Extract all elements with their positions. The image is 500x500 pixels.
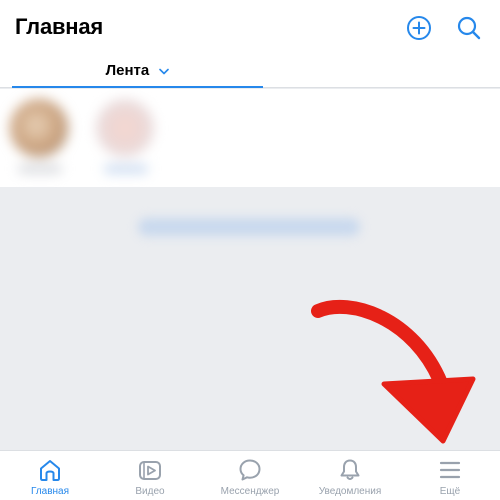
story-name (104, 165, 148, 173)
tabbar-item-messenger[interactable]: Мессенджер (200, 451, 300, 500)
tabbar-item-home[interactable]: Главная (0, 451, 100, 500)
tabbar-item-more[interactable]: Ещё (400, 451, 500, 500)
tabbar-item-video[interactable]: Видео (100, 451, 200, 500)
tabbar-label: Видео (135, 486, 165, 497)
tab-feed[interactable]: Лента (12, 60, 263, 88)
bell-icon (340, 459, 360, 480)
blurred-feed-content (138, 218, 360, 236)
chat-bubble-icon (239, 459, 261, 481)
search-icon (457, 16, 481, 40)
home-icon (40, 460, 60, 481)
app-header: Главная Лента (0, 0, 500, 88)
chevron-down-icon (159, 68, 170, 74)
story-item[interactable] (96, 99, 156, 179)
story-avatar (10, 99, 68, 157)
stories-row (0, 89, 500, 187)
tab-active-indicator (12, 86, 263, 88)
tabbar-label: Главная (30, 486, 70, 497)
tabbar-label: Уведомления (318, 486, 382, 497)
video-icon (139, 461, 161, 480)
page-title: Главная (15, 14, 104, 39)
tab-feed-label: Лента (105, 62, 150, 79)
search-button[interactable] (456, 15, 482, 41)
menu-icon (439, 461, 461, 479)
bottom-tab-bar: Главная Видео Мессенджер Уведомления Ещё (0, 450, 500, 500)
tabbar-label: Мессенджер (220, 486, 280, 497)
tabbar-label: Ещё (439, 486, 461, 497)
story-name (18, 165, 62, 173)
plus-circle-icon (407, 16, 431, 40)
story-avatar (96, 99, 154, 157)
story-item[interactable] (10, 99, 70, 179)
tabbar-item-notifications[interactable]: Уведомления (300, 451, 400, 500)
add-button[interactable] (406, 15, 432, 41)
